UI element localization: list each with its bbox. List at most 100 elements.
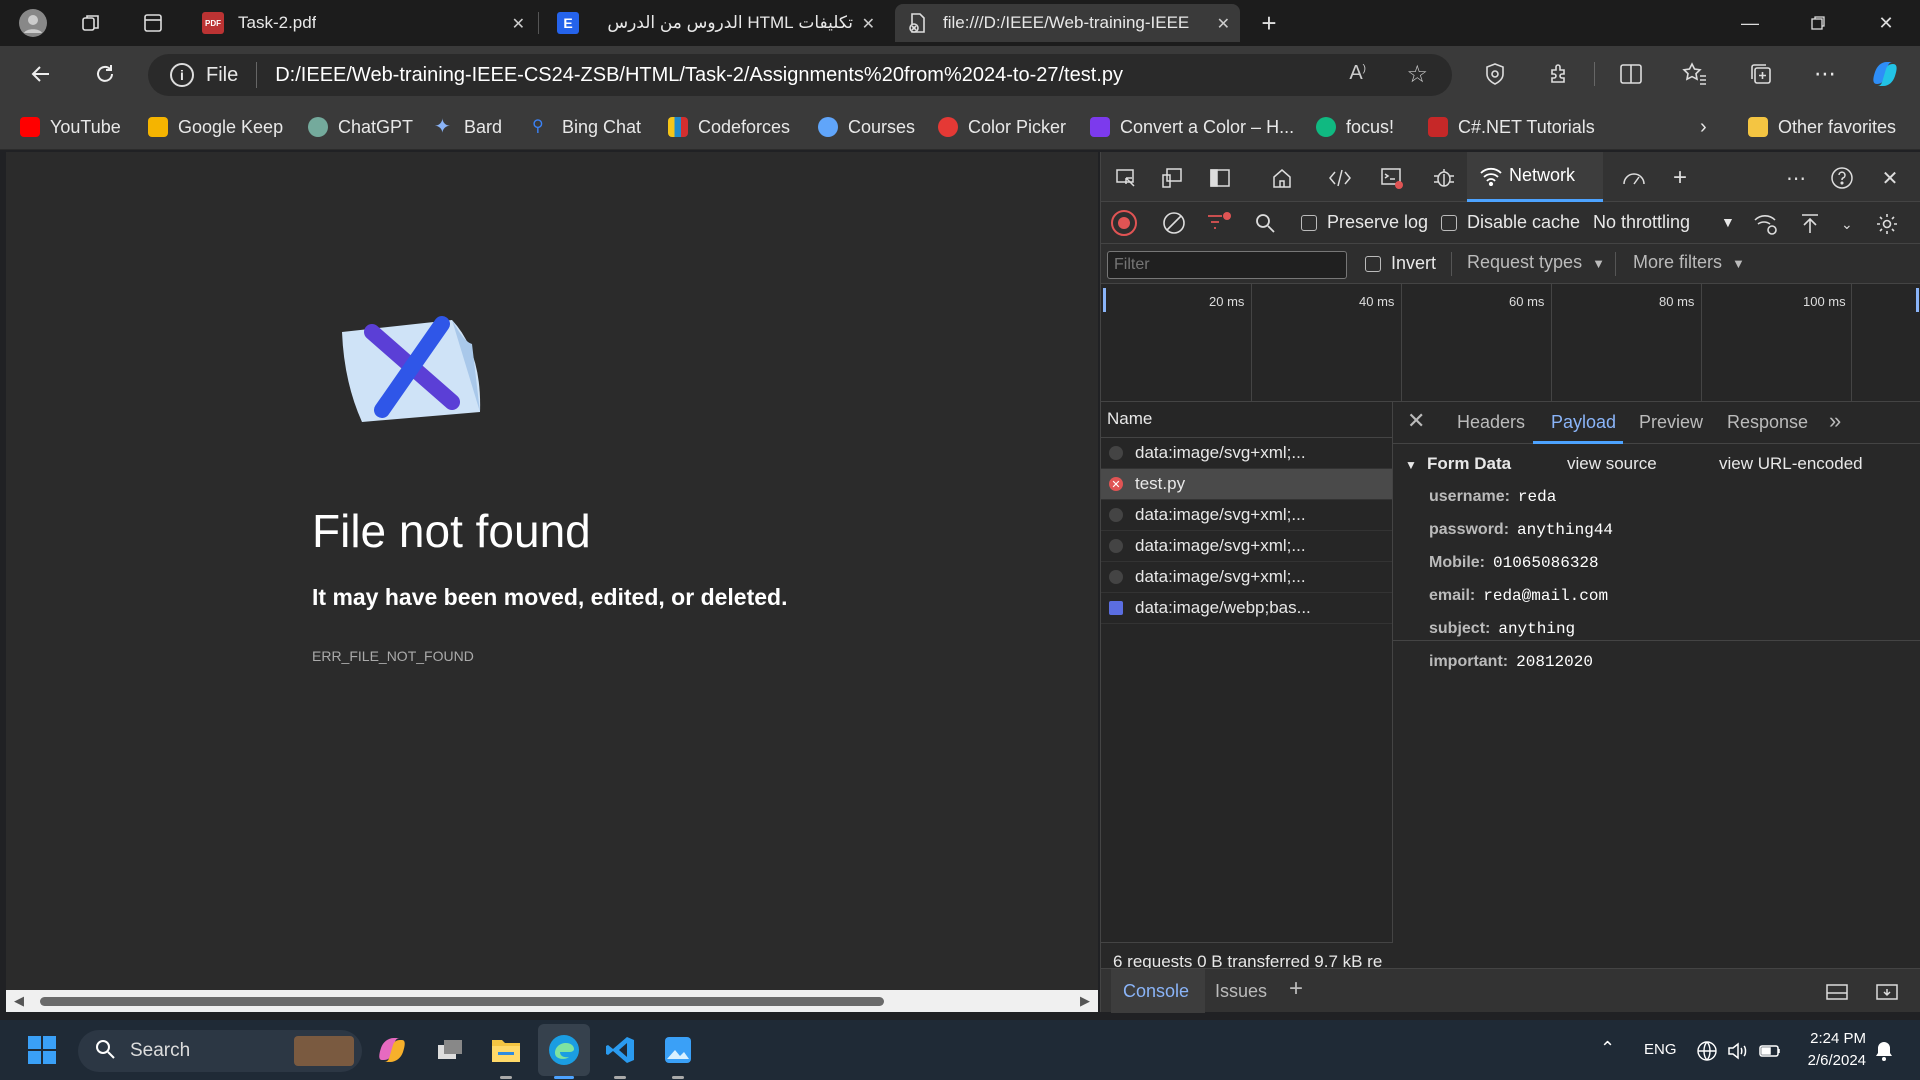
close-icon[interactable]: ✕ bbox=[512, 14, 525, 34]
windows-start-icon[interactable] bbox=[24, 1032, 60, 1068]
network-timeline[interactable]: 20 ms 40 ms 60 ms 80 ms 100 ms bbox=[1101, 284, 1920, 402]
tab-payload[interactable]: Payload bbox=[1551, 412, 1616, 433]
name-column-header[interactable]: Name bbox=[1101, 404, 1392, 438]
collapse-triangle-icon[interactable]: ▼ bbox=[1405, 458, 1417, 472]
inspect-element-icon[interactable] bbox=[1113, 165, 1139, 191]
request-row[interactable]: data:image/svg+xml;... bbox=[1101, 500, 1392, 531]
tab-headers[interactable]: Headers bbox=[1457, 412, 1525, 433]
filter-input[interactable] bbox=[1107, 251, 1347, 279]
performance-icon[interactable] bbox=[1621, 165, 1647, 191]
taskbar-search[interactable]: Search bbox=[78, 1030, 362, 1072]
close-icon[interactable]: ✕ bbox=[862, 14, 875, 34]
copilot-icon[interactable] bbox=[1866, 56, 1904, 92]
address-bar[interactable]: i File D:/IEEE/Web-training-IEEE-CS24-ZS… bbox=[148, 54, 1452, 96]
tab-actions-icon[interactable] bbox=[130, 0, 176, 46]
filter-toggle-icon[interactable] bbox=[1205, 210, 1233, 241]
download-har-icon[interactable]: ⌄ bbox=[1841, 216, 1853, 233]
tab-response[interactable]: Response bbox=[1727, 412, 1808, 433]
close-detail-icon[interactable]: ✕ bbox=[1407, 408, 1425, 434]
add-tool-icon[interactable]: + bbox=[1667, 164, 1693, 191]
record-button[interactable] bbox=[1111, 210, 1137, 236]
clock-time[interactable]: 2:24 PM bbox=[1804, 1030, 1866, 1047]
volume-icon[interactable] bbox=[1726, 1040, 1750, 1066]
bookmark-bard[interactable]: ✦ Bard bbox=[434, 114, 502, 140]
collapse-drawer-icon[interactable] bbox=[1875, 981, 1899, 1008]
disable-cache-checkbox[interactable] bbox=[1441, 215, 1457, 231]
workspaces-icon[interactable] bbox=[68, 0, 114, 46]
tab-task2-pdf[interactable]: PDF Task-2.pdf ✕ bbox=[190, 4, 535, 42]
view-source-link[interactable]: view source bbox=[1567, 454, 1657, 474]
refresh-button[interactable] bbox=[86, 56, 124, 92]
shield-icon[interactable] bbox=[1476, 56, 1514, 92]
clear-icon[interactable] bbox=[1161, 210, 1187, 241]
more-tools-icon[interactable]: ⋯ bbox=[1783, 165, 1809, 191]
scroll-left-arrow-icon[interactable]: ◀ bbox=[14, 993, 24, 1009]
request-row[interactable]: data:image/webp;bas... bbox=[1101, 593, 1392, 624]
bookmark-google-keep[interactable]: Google Keep bbox=[148, 114, 283, 140]
timeline-handle-left[interactable] bbox=[1103, 288, 1106, 312]
collections-icon[interactable] bbox=[1742, 56, 1780, 92]
dock-side-icon[interactable] bbox=[1207, 165, 1233, 191]
request-row-selected[interactable]: ✕ test.py bbox=[1101, 469, 1392, 500]
bookmark-color-picker[interactable]: Color Picker bbox=[938, 114, 1066, 140]
new-tab-button[interactable]: + bbox=[1246, 0, 1292, 46]
more-tabs-chevron-icon[interactable]: » bbox=[1829, 408, 1841, 434]
invert-checkbox[interactable] bbox=[1365, 256, 1381, 272]
bookmark-youtube[interactable]: YouTube bbox=[20, 114, 121, 140]
bookmark-bing-chat[interactable]: ⚲ Bing Chat bbox=[532, 114, 641, 140]
preserve-log-checkbox[interactable] bbox=[1301, 215, 1317, 231]
favorites-icon[interactable] bbox=[1676, 56, 1714, 92]
minimize-button[interactable]: — bbox=[1716, 0, 1784, 46]
chevron-down-icon[interactable]: ▼ bbox=[1721, 214, 1735, 230]
settings-gear-icon[interactable] bbox=[1875, 212, 1899, 241]
dock-drawer-icon[interactable] bbox=[1825, 981, 1849, 1008]
bookmark-csharp-tutorials[interactable]: C#.NET Tutorials bbox=[1428, 114, 1595, 140]
favorite-star-icon[interactable]: ☆ bbox=[1406, 60, 1428, 89]
close-icon[interactable]: ✕ bbox=[1217, 14, 1230, 34]
url-text[interactable]: D:/IEEE/Web-training-IEEE-CS24-ZSB/HTML/… bbox=[275, 64, 1123, 87]
bookmark-convert-color[interactable]: Convert a Color – H... bbox=[1090, 114, 1294, 140]
tab-preview[interactable]: Preview bbox=[1639, 412, 1703, 433]
request-row[interactable]: data:image/svg+xml;... bbox=[1101, 438, 1392, 469]
view-url-encoded-link[interactable]: view URL-encoded bbox=[1719, 454, 1863, 474]
welcome-home-icon[interactable] bbox=[1269, 165, 1295, 191]
bookmark-focus[interactable]: focus! bbox=[1316, 114, 1394, 140]
network-conditions-icon[interactable] bbox=[1753, 212, 1779, 241]
drawer-tab-console[interactable]: Console bbox=[1123, 981, 1189, 1002]
chevron-right-icon[interactable]: › bbox=[1700, 114, 1707, 140]
scroll-right-arrow-icon[interactable]: ▶ bbox=[1080, 993, 1090, 1009]
battery-icon[interactable] bbox=[1758, 1041, 1782, 1065]
tab-arabic-lessons[interactable]: E تكليفات HTML الدروس من الدرس ✕ bbox=[545, 4, 885, 42]
device-emulation-icon[interactable] bbox=[1159, 165, 1185, 191]
request-types-dropdown[interactable]: Request types ▼ bbox=[1467, 252, 1605, 273]
bookmark-courses[interactable]: Courses bbox=[818, 114, 915, 140]
vscode-icon[interactable] bbox=[602, 1032, 638, 1068]
add-drawer-tab-icon[interactable]: + bbox=[1289, 975, 1303, 1003]
task-view-icon[interactable] bbox=[432, 1032, 468, 1068]
back-button[interactable] bbox=[22, 56, 60, 92]
profile-avatar[interactable] bbox=[10, 0, 56, 46]
language-indicator[interactable]: ENG bbox=[1644, 1041, 1677, 1058]
sources-bug-icon[interactable] bbox=[1431, 165, 1457, 191]
bookmark-codeforces[interactable]: Codeforces bbox=[668, 114, 790, 140]
more-filters-dropdown[interactable]: More filters ▼ bbox=[1633, 252, 1745, 273]
close-window-button[interactable]: ✕ bbox=[1852, 0, 1920, 46]
read-aloud-icon[interactable]: A) bbox=[1349, 62, 1366, 85]
help-icon[interactable] bbox=[1829, 165, 1855, 191]
edge-browser-icon[interactable] bbox=[546, 1032, 582, 1068]
chevron-up-icon[interactable]: ⌃ bbox=[1600, 1038, 1615, 1059]
copilot-preview-icon[interactable] bbox=[374, 1032, 410, 1068]
console-error-icon[interactable] bbox=[1379, 165, 1405, 191]
timeline-handle-right[interactable] bbox=[1916, 288, 1919, 312]
bookmark-other-favorites[interactable]: Other favorites bbox=[1748, 114, 1896, 140]
request-row[interactable]: data:image/svg+xml;... bbox=[1101, 531, 1392, 562]
more-menu-icon[interactable]: ⋯ bbox=[1806, 56, 1844, 92]
photos-app-icon[interactable] bbox=[660, 1032, 696, 1068]
split-screen-icon[interactable] bbox=[1612, 56, 1650, 92]
request-row[interactable]: data:image/svg+xml;... bbox=[1101, 562, 1392, 593]
notification-bell-icon[interactable] bbox=[1874, 1040, 1894, 1066]
close-devtools-icon[interactable]: ✕ bbox=[1877, 165, 1903, 191]
search-icon[interactable] bbox=[1253, 211, 1277, 240]
clock-date[interactable]: 2/6/2024 bbox=[1800, 1052, 1866, 1069]
restore-button[interactable] bbox=[1784, 0, 1852, 46]
